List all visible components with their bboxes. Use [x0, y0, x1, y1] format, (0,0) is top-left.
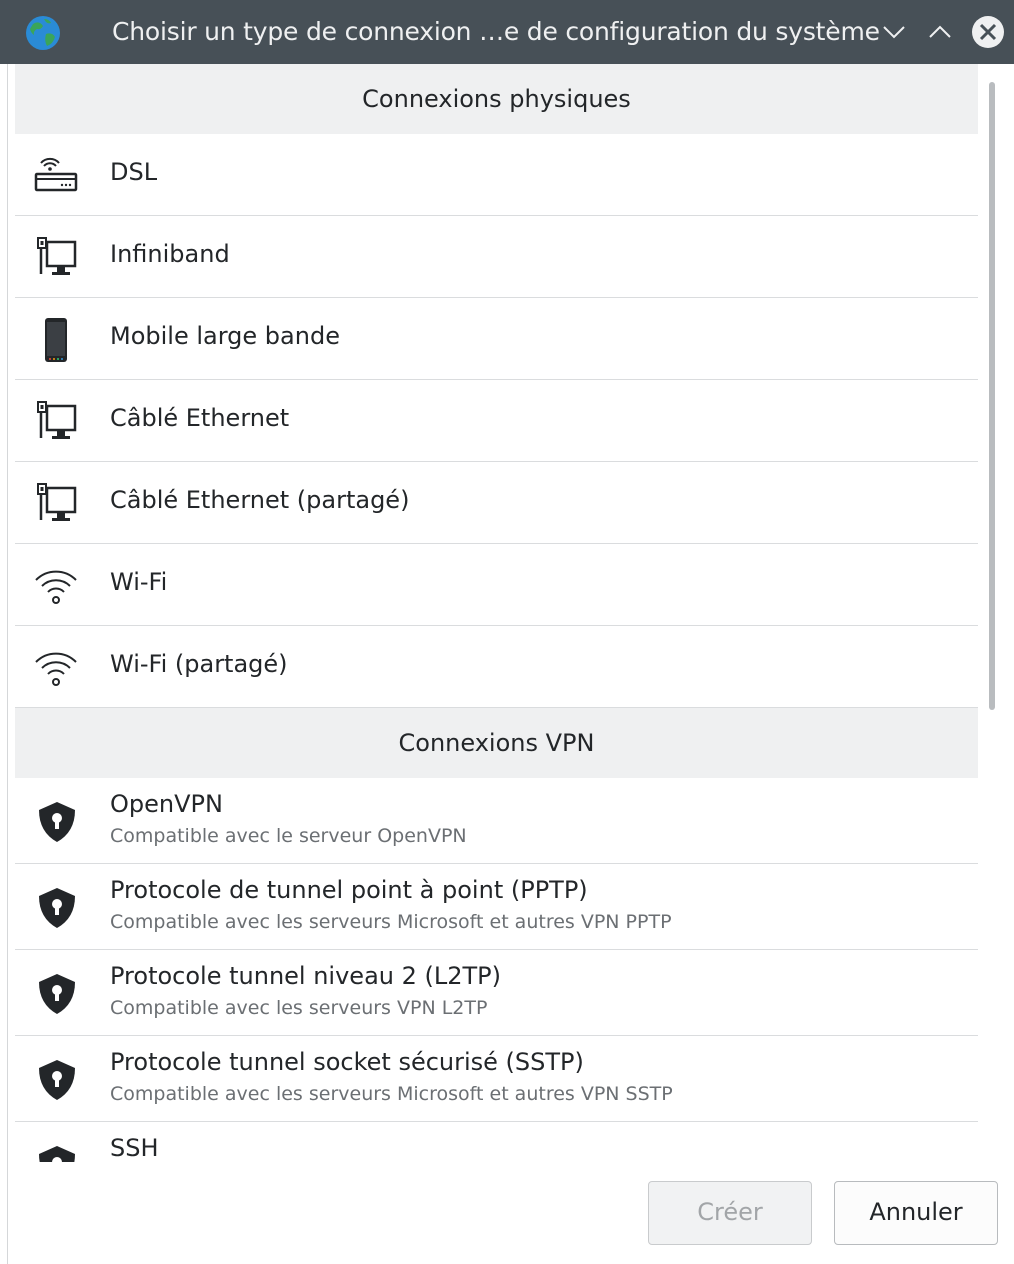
list-scrollbar[interactable] [986, 80, 998, 1150]
list-item-label: Protocole de tunnel point à point (PPTP) [110, 876, 588, 904]
list-item-label: Câblé Ethernet [110, 404, 290, 432]
list-item-l2tp[interactable]: Protocole tunnel niveau 2 (L2TP) Compati… [15, 950, 978, 1036]
mobile-phone-icon [45, 318, 67, 362]
list-item-label: Câblé Ethernet (partagé) [110, 486, 410, 514]
connection-type-list[interactable]: Connexions physiques DSL Infiniband Mobi… [15, 64, 978, 1162]
list-item-pptp[interactable]: Protocole de tunnel point à point (PPTP)… [15, 864, 978, 950]
list-item-wired-ethernet-shared[interactable]: Câblé Ethernet (partagé) [15, 462, 978, 544]
cancel-button[interactable]: Annuler [834, 1181, 998, 1245]
list-item-label: SSH [110, 1134, 159, 1162]
list-item-label: Wi-Fi (partagé) [110, 650, 288, 678]
list-item-label: Protocole tunnel niveau 2 (L2TP) [110, 962, 502, 990]
globe-icon [26, 16, 60, 50]
vpn-shield-icon [39, 1146, 75, 1162]
vpn-shield-icon [39, 802, 75, 842]
wifi-icon [35, 570, 77, 604]
list-item-label: DSL [110, 158, 158, 186]
list-item-sstp[interactable]: Protocole tunnel socket sécurisé (SSTP) … [15, 1036, 978, 1122]
wired-network-icon [37, 483, 77, 521]
list-item-label: Wi-Fi [110, 568, 168, 596]
maximize-button[interactable] [922, 14, 958, 50]
list-item-label: Protocole tunnel socket sécurisé (SSTP) [110, 1048, 584, 1076]
window-left-border [0, 64, 8, 1264]
vpn-shield-icon [39, 888, 75, 928]
list-item-label: Mobile large bande [110, 322, 340, 350]
list-item-dsl[interactable]: DSL [15, 134, 978, 216]
vpn-shield-icon [39, 974, 75, 1014]
wifi-icon [35, 652, 77, 686]
list-item-label: OpenVPN [110, 790, 223, 818]
list-item-infiniband[interactable]: Infiniband [15, 216, 978, 298]
list-item-description: Compatible avec les serveurs VPN L2TP [110, 997, 488, 1019]
list-item-ssh[interactable]: SSH [15, 1122, 978, 1162]
minimize-button[interactable] [876, 14, 912, 50]
scrollbar-thumb[interactable] [989, 82, 995, 710]
list-item-description: Compatible avec le serveur OpenVPN [110, 825, 467, 847]
close-button[interactable] [970, 14, 1006, 50]
list-item-label: Infiniband [110, 240, 230, 268]
vpn-shield-icon [39, 1060, 75, 1100]
list-item-wifi-shared[interactable]: Wi-Fi (partagé) [15, 626, 978, 708]
list-item-wired-ethernet[interactable]: Câblé Ethernet [15, 380, 978, 462]
list-item-description: Compatible avec les serveurs Microsoft e… [110, 911, 672, 933]
wired-network-icon [37, 401, 77, 439]
section-header-vpn: Connexions VPN [15, 708, 978, 778]
wired-network-icon [37, 237, 77, 275]
window-title: Choisir un type de connexion …e de confi… [112, 17, 880, 46]
create-button[interactable]: Créer [648, 1181, 812, 1245]
list-item-wifi[interactable]: Wi-Fi [15, 544, 978, 626]
list-item-description: Compatible avec les serveurs Microsoft e… [110, 1083, 673, 1105]
dsl-modem-icon [34, 157, 78, 192]
list-item-mobile-broadband[interactable]: Mobile large bande [15, 298, 978, 380]
window-titlebar[interactable]: Choisir un type de connexion …e de confi… [0, 0, 1014, 64]
section-header-physical: Connexions physiques [15, 64, 978, 134]
list-item-openvpn[interactable]: OpenVPN Compatible avec le serveur OpenV… [15, 778, 978, 864]
